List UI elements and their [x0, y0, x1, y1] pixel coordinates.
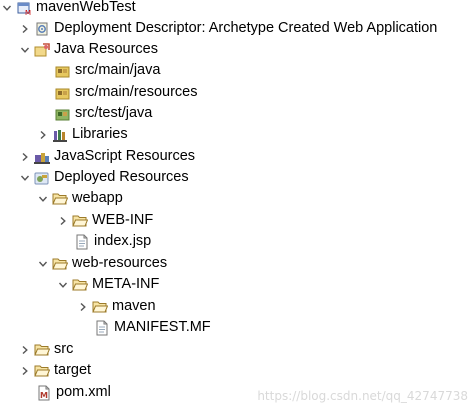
tree-item-label: Libraries — [72, 126, 128, 142]
tree-item-target[interactable]: target — [18, 360, 91, 381]
tree-item-src[interactable]: src — [18, 339, 73, 360]
tree-item-label: pom.xml — [56, 384, 111, 400]
tree-item-pom-xml[interactable]: M pom.xml — [36, 382, 111, 403]
tree-item-meta-inf[interactable]: META-INF — [56, 274, 159, 295]
chevron-down-icon[interactable] — [18, 39, 32, 60]
maven-web-project-icon: M — [16, 0, 32, 16]
folder-open-icon — [72, 277, 88, 293]
tree-item-label: src — [54, 341, 74, 357]
chevron-down-icon[interactable] — [0, 0, 14, 18]
tree-item-label: index.jsp — [94, 233, 152, 249]
tree-item-label: Java Resources — [54, 41, 158, 57]
tree-item-src-main-resources[interactable]: src/main/resources — [55, 82, 197, 103]
folder-open-icon — [34, 342, 50, 358]
test-package-folder-icon — [55, 106, 71, 122]
deployment-descriptor-icon — [34, 21, 50, 37]
tree-item-webapp[interactable]: webapp — [36, 188, 123, 209]
package-folder-icon — [55, 85, 71, 101]
tree-item-deployed-resources[interactable]: Deployed Resources — [18, 167, 189, 188]
tree-item-maven[interactable]: maven — [76, 296, 156, 317]
tree-item-label: src/main/java — [75, 62, 161, 78]
xml-file-icon: M — [36, 385, 52, 401]
chevron-right-icon[interactable] — [18, 146, 32, 167]
watermark: https://blog.csdn.net/qq_42747738 — [257, 389, 468, 403]
tree-item-manifest-mf[interactable]: MANIFEST.MF — [94, 317, 211, 338]
chevron-down-icon[interactable] — [36, 253, 50, 274]
file-icon — [74, 234, 90, 250]
tree-item-label: maven — [112, 298, 156, 314]
tree-item-label: web-resources — [72, 255, 168, 271]
tree-item-label: src/test/java — [75, 105, 153, 121]
tree-item-index-jsp[interactable]: index.jsp — [74, 231, 151, 252]
tree-item-label: JavaScript Resources — [54, 148, 196, 164]
folder-open-icon — [92, 299, 108, 315]
tree-item-label: WEB-INF — [92, 212, 154, 228]
package-folder-icon — [55, 63, 71, 79]
java-resources-icon — [34, 42, 50, 58]
tree-item-label: target — [54, 362, 92, 378]
tree-item-label: mavenWebTest — [36, 0, 136, 15]
svg-text:M: M — [25, 9, 31, 16]
tree-item-deployment-descriptor[interactable]: Deployment Descriptor: Archetype Created… — [18, 18, 437, 39]
tree-item-label: Deployed Resources — [54, 169, 189, 185]
chevron-down-icon[interactable] — [56, 274, 70, 295]
folder-open-icon — [72, 213, 88, 229]
tree-item-label: META-INF — [92, 276, 160, 292]
folder-open-icon — [34, 363, 50, 379]
deployed-resources-icon — [34, 170, 50, 186]
file-icon — [94, 320, 110, 336]
svg-text:M: M — [40, 391, 48, 400]
tree-item-root[interactable]: M mavenWebTest — [0, 0, 136, 18]
chevron-right-icon[interactable] — [18, 339, 32, 360]
folder-open-icon — [52, 191, 68, 207]
tree-item-label: src/main/resources — [75, 84, 198, 100]
tree-item-web-resources[interactable]: web-resources — [36, 253, 167, 274]
tree-item-label: webapp — [72, 190, 123, 206]
tree-item-javascript-resources[interactable]: JavaScript Resources — [18, 146, 195, 167]
tree-item-label: MANIFEST.MF — [114, 319, 211, 335]
chevron-down-icon[interactable] — [18, 167, 32, 188]
chevron-right-icon[interactable] — [76, 296, 90, 317]
chevron-right-icon[interactable] — [36, 124, 50, 145]
folder-open-icon — [52, 256, 68, 272]
chevron-right-icon[interactable] — [18, 360, 32, 381]
chevron-right-icon[interactable] — [18, 18, 32, 39]
tree-item-web-inf[interactable]: WEB-INF — [56, 210, 153, 231]
tree-item-src-main-java[interactable]: src/main/java — [55, 60, 160, 81]
tree-item-java-resources[interactable]: Java Resources — [18, 39, 158, 60]
libraries-icon — [52, 127, 68, 143]
tree-item-libraries[interactable]: Libraries — [36, 124, 128, 145]
chevron-down-icon[interactable] — [36, 188, 50, 209]
tree-item-src-test-java[interactable]: src/test/java — [55, 103, 152, 124]
javascript-resources-icon — [34, 149, 50, 165]
tree-item-label: Deployment Descriptor: Archetype Created… — [54, 20, 438, 36]
chevron-right-icon[interactable] — [56, 210, 70, 231]
